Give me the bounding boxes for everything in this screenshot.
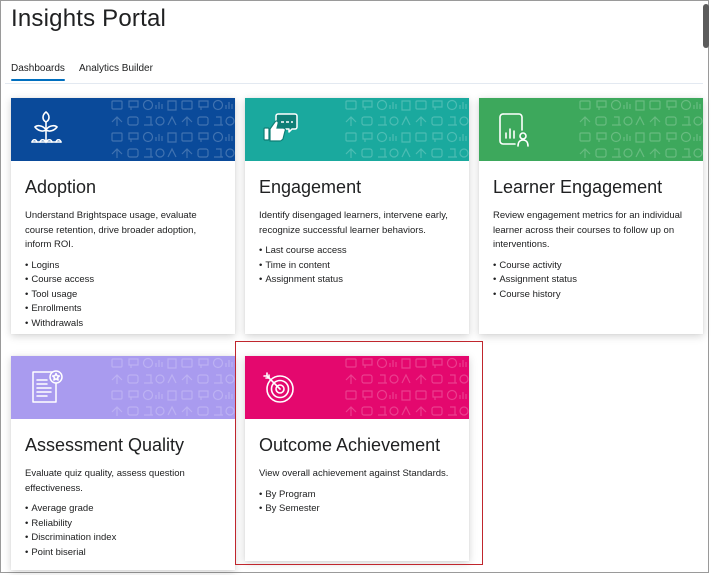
card-title: Adoption <box>25 177 97 197</box>
list-item: Discrimination index <box>25 531 221 546</box>
banner-pattern <box>110 356 235 419</box>
card-banner <box>479 98 703 161</box>
banner-pattern <box>578 98 703 161</box>
card-metric-list: Course activity Assignment status Course… <box>493 259 689 303</box>
banner-pattern <box>110 98 235 161</box>
list-item: Withdrawals <box>25 317 221 332</box>
thumbs-up-chat-icon <box>263 113 298 142</box>
card-description: Understand Brightspace usage, evaluate c… <box>25 210 197 250</box>
dashboard-card-engagement[interactable]: Engagement Identify disengaged learners,… <box>245 98 469 334</box>
list-item: Reliability <box>25 517 221 532</box>
list-item: Assignment status <box>259 273 455 288</box>
list-item: Time in content <box>259 259 455 274</box>
list-item: Course activity <box>493 259 689 274</box>
card-banner <box>11 98 235 161</box>
dashboard-card-learner-engagement[interactable]: Learner Engagement Review engagement met… <box>479 98 703 334</box>
card-title: Learner Engagement <box>493 177 663 197</box>
banner-pattern <box>344 98 469 161</box>
list-item: Point biserial <box>25 546 221 561</box>
dashboard-card-assessment-quality[interactable]: Assessment Quality Evaluate quiz quality… <box>11 356 235 570</box>
seedling-icon <box>31 110 62 144</box>
card-banner <box>245 98 469 161</box>
card-description: Identify disengaged learners, intervene … <box>259 210 448 236</box>
list-item: Course history <box>493 288 689 303</box>
card-metric-list: Last course access Time in content Assig… <box>259 244 455 288</box>
list-item: Enrollments <box>25 302 221 317</box>
tab-divider <box>5 83 703 84</box>
list-item: Assignment status <box>493 273 689 288</box>
tab-dashboards[interactable]: Dashboards <box>11 63 65 81</box>
card-description: Review engagement metrics for an individ… <box>493 210 683 250</box>
card-metric-list: Logins Course access Tool usage Enrollme… <box>25 259 221 332</box>
tab-analytics-builder[interactable]: Analytics Builder <box>79 63 153 74</box>
card-title: Engagement <box>259 177 362 197</box>
list-item: Course access <box>25 273 221 288</box>
dashboard-card-adoption[interactable]: Adoption Understand Brightspace usage, e… <box>11 98 235 334</box>
list-item: Average grade <box>25 502 221 517</box>
card-banner <box>11 356 235 419</box>
page-title: Insights Portal <box>11 5 167 32</box>
list-item: Tool usage <box>25 288 221 303</box>
highlight-box <box>235 341 483 565</box>
card-metric-list: Average grade Reliability Discrimination… <box>25 502 221 560</box>
learner-report-icon <box>499 113 529 147</box>
vertical-scrollbar[interactable] <box>703 4 709 48</box>
list-item: Logins <box>25 259 221 274</box>
card-title: Assessment Quality <box>25 435 185 455</box>
list-item: Last course access <box>259 244 455 259</box>
card-description: Evaluate quiz quality, assess question e… <box>25 468 185 494</box>
quiz-document-icon <box>32 370 63 403</box>
